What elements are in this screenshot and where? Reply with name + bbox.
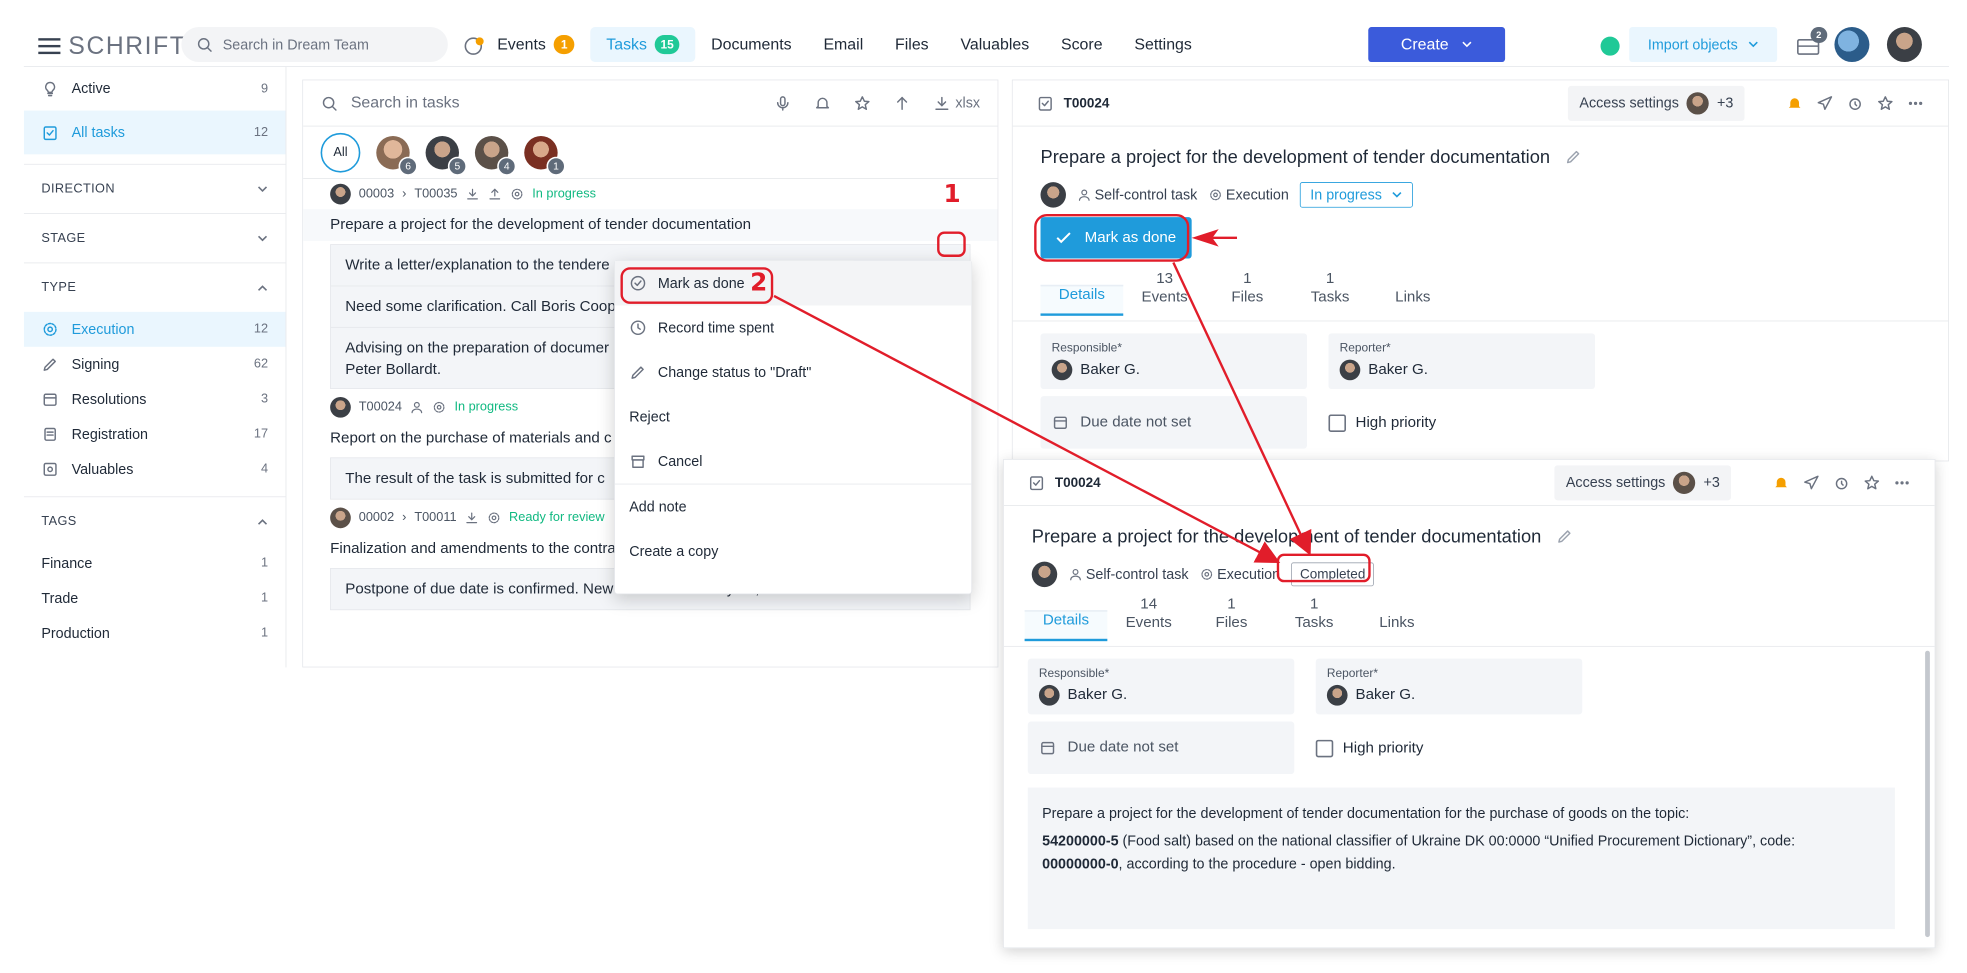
annotation-arrows bbox=[773, 229, 1312, 564]
arrow-menu-to-status bbox=[773, 294, 1281, 564]
page: SCHRIFT Search in Dream Team Events 1 Tas… bbox=[0, 0, 1949, 949]
arrow-button-to-status bbox=[1172, 262, 1312, 556]
